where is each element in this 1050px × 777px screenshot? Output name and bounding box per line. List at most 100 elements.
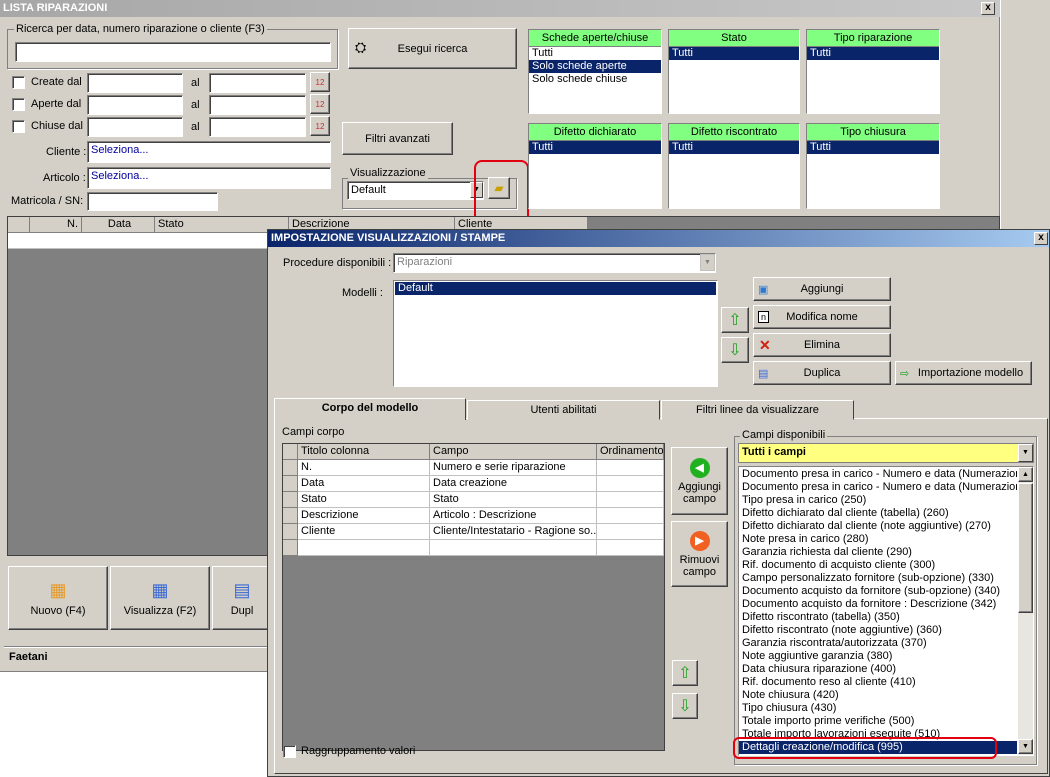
table-row[interactable]: Data Data creazione: [283, 476, 664, 492]
list-item[interactable]: Difetto dichiarato dal cliente (tabella)…: [739, 507, 1017, 520]
list-item[interactable]: Documento presa in carico - Numero e dat…: [739, 481, 1017, 494]
advanced-filters-button[interactable]: Filtri avanzati: [342, 122, 453, 155]
filter-list[interactable]: Difetto riscontrato Tutti: [668, 123, 800, 209]
filter-list[interactable]: Stato Tutti: [668, 29, 800, 114]
search-input[interactable]: [15, 42, 331, 62]
cliente-input[interactable]: Seleziona...: [87, 141, 331, 163]
list-item[interactable]: Tutti: [669, 47, 799, 60]
list-item[interactable]: Garanzia richiesta dal cliente (290): [739, 546, 1017, 559]
available-list[interactable]: Documento presa in carico - Numero e dat…: [738, 466, 1034, 756]
list-item[interactable]: Totale importo prime verifiche (500): [739, 715, 1017, 728]
models-list[interactable]: Default: [393, 280, 718, 387]
row-indicator[interactable]: [283, 524, 298, 540]
row-indicator[interactable]: [283, 460, 298, 476]
create-checkbox[interactable]: [12, 76, 25, 89]
filter-list[interactable]: Schede aperte/chiuse Tutti Solo schede ape…: [528, 29, 662, 114]
table-cell[interactable]: Stato: [298, 492, 430, 508]
tab-users[interactable]: Utenti abilitati: [467, 400, 660, 420]
list-item[interactable]: Tutti: [529, 141, 661, 154]
table-cell[interactable]: Articolo : Descrizione: [430, 508, 597, 524]
calendar-icon[interactable]: 12: [310, 94, 330, 114]
row-indicator[interactable]: [283, 508, 298, 524]
row-indicator[interactable]: [283, 540, 298, 556]
list-item[interactable]: Tipo chiusura (430): [739, 702, 1017, 715]
move-down-button[interactable]: ⇩: [721, 337, 749, 363]
table-cell[interactable]: [597, 476, 664, 492]
add-field-button[interactable]: ◀ Aggiungi campo: [671, 447, 728, 515]
list-item[interactable]: Tutti: [807, 47, 939, 60]
table-cell[interactable]: Stato: [430, 492, 597, 508]
filter-list[interactable]: Tipo chiusura Tutti: [806, 123, 940, 209]
open-to-input[interactable]: [209, 95, 306, 115]
list-item[interactable]: Data chiusura riparazione (400): [739, 663, 1017, 676]
tab-body[interactable]: Corpo del modello: [274, 398, 466, 420]
import-model-button[interactable]: ⇨ Importazione modello: [895, 361, 1032, 385]
view-select[interactable]: Default ▼: [347, 181, 484, 200]
chevron-down-icon[interactable]: ▼: [1018, 444, 1033, 462]
col-header-order[interactable]: Ordinamento: [597, 444, 664, 460]
col-header-field[interactable]: Campo: [430, 444, 597, 460]
remove-field-button[interactable]: ▶ Rimuovi campo: [671, 521, 728, 587]
grid-header-data[interactable]: Data: [82, 217, 155, 233]
col-header-title[interactable]: Titolo colonna: [298, 444, 430, 460]
matricola-input[interactable]: [87, 192, 218, 211]
table-cell[interactable]: Cliente/Intestatario - Ragione so...: [430, 524, 597, 540]
search-button[interactable]: ⛭ Esegui ricerca: [348, 28, 517, 69]
duplicate-model-button[interactable]: ▤ Duplica: [753, 361, 891, 385]
new-button[interactable]: ▦ Nuovo (F4): [8, 566, 108, 630]
delete-model-button[interactable]: ✕ Elimina: [753, 333, 891, 357]
list-item[interactable]: Note presa in carico (280): [739, 533, 1017, 546]
table-cell[interactable]: [597, 540, 664, 556]
field-up-button[interactable]: ⇧: [672, 660, 698, 686]
table-cell[interactable]: Descrizione: [298, 508, 430, 524]
list-item[interactable]: Difetto riscontrato (tabella) (350): [739, 611, 1017, 624]
scroll-thumb[interactable]: [1018, 483, 1033, 613]
table-row[interactable]: [283, 540, 664, 556]
table-cell[interactable]: N.: [298, 460, 430, 476]
table-cell[interactable]: Cliente: [298, 524, 430, 540]
list-item[interactable]: Difetto dichiarato dal cliente (note agg…: [739, 520, 1017, 533]
list-item[interactable]: Documento presa in carico - Numero e dat…: [739, 468, 1017, 481]
procedure-select[interactable]: Riparazioni ▼: [393, 253, 716, 273]
articolo-input[interactable]: Seleziona...: [87, 167, 331, 189]
list-item[interactable]: Documento acquisto da fornitore : Descri…: [739, 598, 1017, 611]
table-cell[interactable]: [597, 508, 664, 524]
table-cell[interactable]: [430, 540, 597, 556]
list-item[interactable]: Solo schede chiuse: [529, 73, 661, 86]
list-item[interactable]: Note chiusura (420): [739, 689, 1017, 702]
table-cell[interactable]: [597, 460, 664, 476]
table-cell[interactable]: [597, 492, 664, 508]
table-cell[interactable]: Data creazione: [430, 476, 597, 492]
main-close-button[interactable]: x: [981, 2, 995, 15]
scrollbar[interactable]: ▲ ▼: [1018, 467, 1033, 755]
list-item[interactable]: Garanzia riscontrata/autorizzata (370): [739, 637, 1017, 650]
list-item[interactable]: Tutti: [669, 141, 799, 154]
list-item[interactable]: Tutti: [807, 141, 939, 154]
filter-list[interactable]: Tipo riparazione Tutti: [806, 29, 940, 114]
table-row[interactable]: Stato Stato: [283, 492, 664, 508]
filter-list[interactable]: Difetto dichiarato Tutti: [528, 123, 662, 209]
table-row[interactable]: Descrizione Articolo : Descrizione: [283, 508, 664, 524]
view-button[interactable]: ▦ Visualizza (F2): [110, 566, 210, 630]
scroll-up-button[interactable]: ▲: [1018, 467, 1033, 482]
row-indicator[interactable]: [283, 476, 298, 492]
calendar-icon[interactable]: 12: [310, 116, 330, 136]
list-item[interactable]: Rif. documento reso al cliente (410): [739, 676, 1017, 689]
closed-from-input[interactable]: [87, 117, 183, 137]
list-item[interactable]: Default: [395, 282, 716, 295]
grid-header-n[interactable]: N.: [30, 217, 82, 233]
list-item[interactable]: Difetto riscontrato (note aggiuntive) (3…: [739, 624, 1017, 637]
list-item[interactable]: Tutti: [529, 47, 661, 60]
duplicate-button[interactable]: ▤ Dupl: [212, 566, 272, 630]
dialog-close-button[interactable]: x: [1034, 232, 1048, 245]
open-checkbox[interactable]: [12, 98, 25, 111]
tab-filters[interactable]: Filtri linee da visualizzare: [661, 400, 854, 420]
open-from-input[interactable]: [87, 95, 183, 115]
table-row[interactable]: Cliente Cliente/Intestatario - Ragione so…: [283, 524, 664, 540]
closed-checkbox[interactable]: [12, 120, 25, 133]
group-values-checkbox[interactable]: [283, 745, 296, 758]
list-item[interactable]: Rif. documento di acquisto cliente (300): [739, 559, 1017, 572]
table-cell[interactable]: Numero e serie riparazione: [430, 460, 597, 476]
scroll-down-button[interactable]: ▼: [1018, 739, 1033, 754]
list-item[interactable]: Campo personalizzato fornitore (sub-opzi…: [739, 572, 1017, 585]
